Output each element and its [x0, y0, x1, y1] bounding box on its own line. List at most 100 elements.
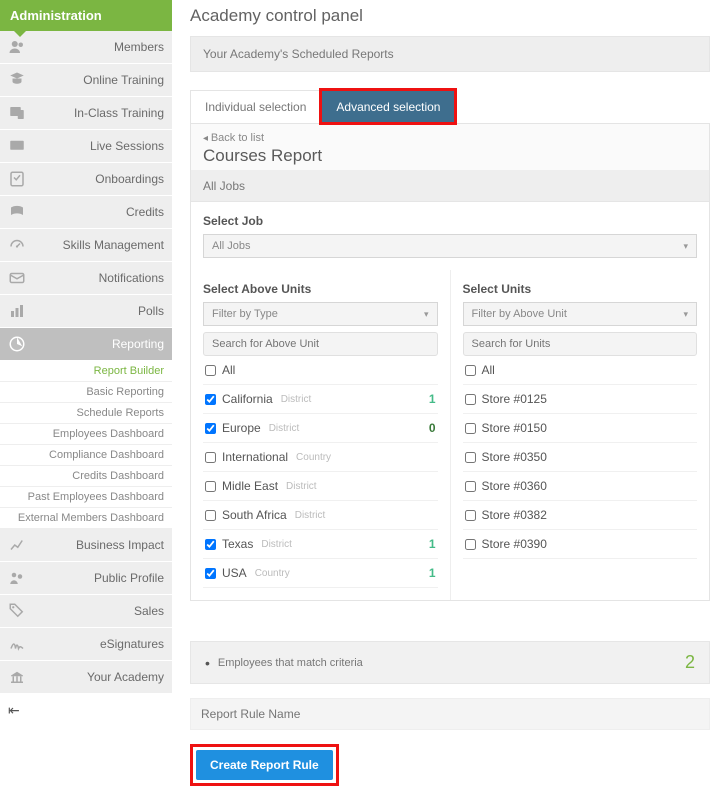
onboardings-icon — [8, 170, 30, 188]
unit-type: District — [261, 539, 292, 550]
nav-your-academy[interactable]: Your Academy — [0, 661, 172, 694]
nav-label: Online Training — [30, 73, 164, 87]
collapse-sidebar-icon[interactable]: ⇤ — [0, 694, 172, 727]
checkbox[interactable] — [465, 394, 476, 405]
above-unit-row[interactable]: EuropeDistrict0 — [203, 414, 438, 443]
unit-row[interactable]: Store #0382 — [463, 501, 698, 530]
row-label: Store #0382 — [482, 508, 547, 522]
checkbox[interactable] — [205, 394, 216, 405]
subnav-basic-reporting[interactable]: Basic Reporting — [0, 382, 172, 403]
subnav-external-members-dashboard[interactable]: External Members Dashboard — [0, 508, 172, 529]
row-label: California — [222, 392, 273, 406]
nav-credits[interactable]: Credits — [0, 196, 172, 229]
above-unit-all[interactable]: All — [203, 356, 438, 385]
above-unit-row[interactable]: TexasDistrict1 — [203, 530, 438, 559]
row-label: Store #0125 — [482, 392, 547, 406]
create-report-rule-button[interactable]: Create Report Rule — [196, 750, 333, 780]
unit-all[interactable]: All — [463, 356, 698, 385]
checkbox[interactable] — [205, 539, 216, 550]
unit-count: 1 — [429, 566, 436, 580]
above-unit-row[interactable]: South AfricaDistrict — [203, 501, 438, 530]
polls-icon — [8, 302, 30, 320]
select-job-label: Select Job — [203, 214, 697, 228]
unit-row[interactable]: Store #0350 — [463, 443, 698, 472]
above-units-label: Select Above Units — [203, 282, 438, 296]
filter-value: Filter by Type — [212, 308, 278, 320]
nav-label: Credits — [30, 205, 164, 219]
nav-label: Sales — [30, 604, 164, 618]
checkbox[interactable] — [465, 423, 476, 434]
checkbox[interactable] — [205, 423, 216, 434]
checkbox[interactable] — [465, 510, 476, 521]
nav-reporting[interactable]: Reporting — [0, 328, 172, 361]
subnav-employees-dashboard[interactable]: Employees Dashboard — [0, 424, 172, 445]
subnav-report-builder[interactable]: Report Builder — [0, 361, 172, 382]
job-select[interactable]: All Jobs — [203, 234, 697, 258]
row-label: Store #0350 — [482, 450, 547, 464]
subnav-schedule-reports[interactable]: Schedule Reports — [0, 403, 172, 424]
unit-type: District — [281, 394, 312, 405]
academy-icon — [8, 668, 30, 686]
unit-row[interactable]: Store #0360 — [463, 472, 698, 501]
above-unit-row[interactable]: Midle EastDistrict — [203, 472, 438, 501]
nav-polls[interactable]: Polls — [0, 295, 172, 328]
checkbox[interactable] — [205, 452, 216, 463]
all-jobs-bar: All Jobs — [191, 171, 709, 202]
nav-label: Public Profile — [30, 571, 164, 585]
unit-type: Country — [255, 568, 290, 579]
match-count: 2 — [685, 652, 695, 673]
live-sessions-icon — [8, 137, 30, 155]
unit-row[interactable]: Store #0125 — [463, 385, 698, 414]
unit-row[interactable]: Store #0390 — [463, 530, 698, 559]
nav-onboardings[interactable]: Onboardings — [0, 163, 172, 196]
above-units-search[interactable] — [203, 332, 438, 356]
nav-public-profile[interactable]: Public Profile — [0, 562, 172, 595]
units-filter[interactable]: Filter by Above Unit — [463, 302, 698, 326]
units-column: Select Units Filter by Above Unit All St… — [450, 270, 710, 600]
scheduled-reports-banner: Your Academy's Scheduled Reports — [190, 36, 710, 72]
subnav-compliance-dashboard[interactable]: Compliance Dashboard — [0, 445, 172, 466]
tab-advanced-selection[interactable]: Advanced selection — [321, 90, 455, 123]
nav-business-impact[interactable]: Business Impact — [0, 529, 172, 562]
checkbox[interactable] — [465, 365, 476, 376]
units-search[interactable] — [463, 332, 698, 356]
unit-type: District — [269, 423, 300, 434]
sidebar: Administration Members Online Training I… — [0, 0, 172, 794]
above-unit-row[interactable]: CaliforniaDistrict1 — [203, 385, 438, 414]
checkbox[interactable] — [465, 452, 476, 463]
nav-skills[interactable]: Skills Management — [0, 229, 172, 262]
subnav-past-employees-dashboard[interactable]: Past Employees Dashboard — [0, 487, 172, 508]
subnav-credits-dashboard[interactable]: Credits Dashboard — [0, 466, 172, 487]
back-to-list-link[interactable]: Back to list — [203, 132, 697, 144]
checkbox[interactable] — [465, 481, 476, 492]
tab-individual-selection[interactable]: Individual selection — [190, 90, 321, 123]
row-label: South Africa — [222, 508, 287, 522]
report-title: Courses Report — [203, 146, 697, 166]
nav-online-training[interactable]: Online Training — [0, 64, 172, 97]
nav-notifications[interactable]: Notifications — [0, 262, 172, 295]
report-panel: Back to list Courses Report All Jobs Sel… — [190, 123, 710, 601]
checkbox[interactable] — [465, 539, 476, 550]
checkbox[interactable] — [205, 568, 216, 579]
report-rule-name-input[interactable] — [191, 699, 391, 729]
inclass-training-icon — [8, 104, 30, 122]
checkbox[interactable] — [205, 481, 216, 492]
rule-name-wrap — [190, 698, 710, 730]
job-select-value: All Jobs — [212, 240, 251, 252]
above-unit-row[interactable]: InternationalCountry — [203, 443, 438, 472]
checkbox[interactable] — [205, 510, 216, 521]
nav-label: eSignatures — [30, 637, 164, 651]
unit-row[interactable]: Store #0150 — [463, 414, 698, 443]
nav-label: Your Academy — [30, 670, 164, 684]
above-units-filter[interactable]: Filter by Type — [203, 302, 438, 326]
above-unit-row[interactable]: USACountry1 — [203, 559, 438, 588]
nav-label: Reporting — [30, 337, 164, 351]
unit-count: 1 — [429, 537, 436, 551]
row-label: Midle East — [222, 479, 278, 493]
nav-esignatures[interactable]: eSignatures — [0, 628, 172, 661]
nav-live-sessions[interactable]: Live Sessions — [0, 130, 172, 163]
nav-sales[interactable]: Sales — [0, 595, 172, 628]
filter-value: Filter by Above Unit — [472, 308, 567, 320]
checkbox[interactable] — [205, 365, 216, 376]
nav-inclass-training[interactable]: In-Class Training — [0, 97, 172, 130]
